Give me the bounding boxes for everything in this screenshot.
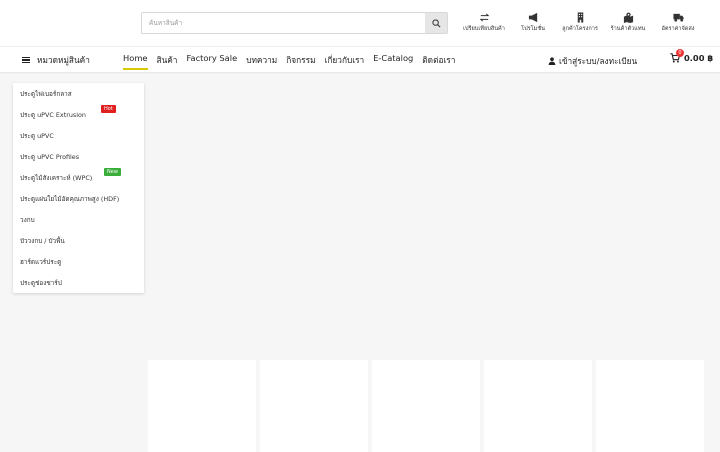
- menu-item-products[interactable]: สินค้า: [157, 53, 178, 70]
- category-item-upvc-door[interactable]: ประตู uPVC: [13, 125, 144, 146]
- category-item-label: วงกบ: [20, 215, 35, 224]
- shipping-rate-label: อัตราค่าจัดส่ง: [661, 26, 695, 32]
- category-item-wpc-door[interactable]: ประตูไม้สังเคราะห์ (WPC) New: [13, 167, 144, 188]
- promotion-label: โปรโมชั่น: [521, 26, 545, 32]
- product-card[interactable]: [484, 360, 592, 452]
- category-menu-toggle[interactable]: หมวดหมู่สินค้า: [22, 53, 90, 67]
- category-item-shaft-door[interactable]: ประตูช่องชาร์ป: [13, 272, 144, 293]
- menu-item-activities[interactable]: กิจกรรม: [286, 53, 315, 70]
- shipping-rate-link[interactable]: อัตราค่าจัดส่ง: [648, 12, 708, 33]
- product-card[interactable]: [148, 360, 256, 452]
- cart-count-badge: 0: [676, 49, 684, 57]
- category-item-door-frame[interactable]: วงกบ: [13, 209, 144, 230]
- category-item-door-hardware[interactable]: ฮาร์ดแวร์ประตู: [13, 251, 144, 272]
- project-customers-label: ลูกค้าโครงการ: [562, 26, 598, 32]
- product-card[interactable]: [372, 360, 480, 452]
- category-item-fiberglass-door[interactable]: ประตูไฟเบอร์กลาส: [13, 83, 144, 104]
- category-item-label: บัววงกบ / บัวพื้น: [20, 236, 65, 245]
- product-card-row: [148, 360, 704, 452]
- truck-icon: [672, 13, 684, 22]
- menu-item-articles[interactable]: บทความ: [246, 53, 277, 70]
- building-icon: [577, 12, 583, 23]
- top-header: เปรียบเทียบสินค้า โปรโมชั่น ลูกค้าโครงกา…: [0, 0, 720, 46]
- main-navbar: หมวดหมู่สินค้า Home สินค้า Factory Sale …: [0, 46, 720, 72]
- hamburger-icon: [22, 56, 30, 64]
- login-register-link[interactable]: เข้าสู่ระบบ/ลงทะเบียน: [548, 54, 637, 68]
- search-box: [141, 12, 448, 34]
- menu-item-factory-sale[interactable]: Factory Sale: [186, 53, 237, 70]
- category-item-label: ฮาร์ดแวร์ประตู: [20, 257, 62, 266]
- menu-item-ecatalog[interactable]: E-Catalog: [373, 53, 413, 70]
- search-icon: [431, 18, 441, 28]
- login-label: เข้าสู่ระบบ/ลงทะเบียน: [559, 56, 638, 66]
- megaphone-icon: [528, 12, 537, 23]
- category-item-label: ประตู uPVC: [20, 131, 54, 140]
- category-item-label: ประตูช่องชาร์ป: [20, 278, 62, 287]
- product-card[interactable]: [596, 360, 704, 452]
- new-badge: New: [104, 168, 121, 176]
- compare-label: เปรียบเทียบสินค้า: [463, 26, 505, 32]
- cart-button[interactable]: 0 0.00 ฿: [670, 49, 714, 63]
- menu-item-home[interactable]: Home: [123, 53, 148, 70]
- search-input[interactable]: [142, 13, 426, 33]
- compare-icon: [479, 13, 489, 22]
- category-item-frame-molding[interactable]: บัววงกบ / บัวพื้น: [13, 230, 144, 251]
- category-item-label: ประตูไม้สังเคราะห์ (WPC): [20, 173, 93, 182]
- category-item-label: ประตู uPVC Extrusion: [20, 110, 86, 119]
- product-card[interactable]: [260, 360, 368, 452]
- category-dropdown: ประตูไฟเบอร์กลาส ประตู uPVC Extrusion Ho…: [13, 83, 144, 293]
- category-menu-label: หมวดหมู่สินค้า: [37, 55, 90, 65]
- category-item-upvc-extrusion[interactable]: ประตู uPVC Extrusion Hot: [13, 104, 144, 125]
- category-item-hdf-door[interactable]: ประตูแผ่นใยไม้อัดคุณภาพสูง (HDF): [13, 188, 144, 209]
- main-menu: Home สินค้า Factory Sale บทความ กิจกรรม …: [123, 53, 464, 70]
- user-icon: [548, 57, 556, 65]
- search-button[interactable]: [425, 13, 447, 33]
- dealer-stores-label: ร้านค้าตัวแทน: [610, 26, 646, 32]
- hot-badge: Hot: [101, 105, 116, 113]
- map-location-icon: [623, 12, 633, 23]
- menu-item-contact[interactable]: ติดต่อเรา: [422, 53, 455, 70]
- category-item-label: ประตูไฟเบอร์กลาส: [20, 89, 72, 98]
- category-item-label: ประตูแผ่นใยไม้อัดคุณภาพสูง (HDF): [20, 194, 120, 203]
- category-item-upvc-profiles[interactable]: ประตู uPVC Profiles: [13, 146, 144, 167]
- category-item-label: ประตู uPVC Profiles: [20, 152, 80, 161]
- menu-item-about[interactable]: เกี่ยวกับเรา: [325, 53, 365, 70]
- cart-total: 0.00 ฿: [684, 53, 714, 63]
